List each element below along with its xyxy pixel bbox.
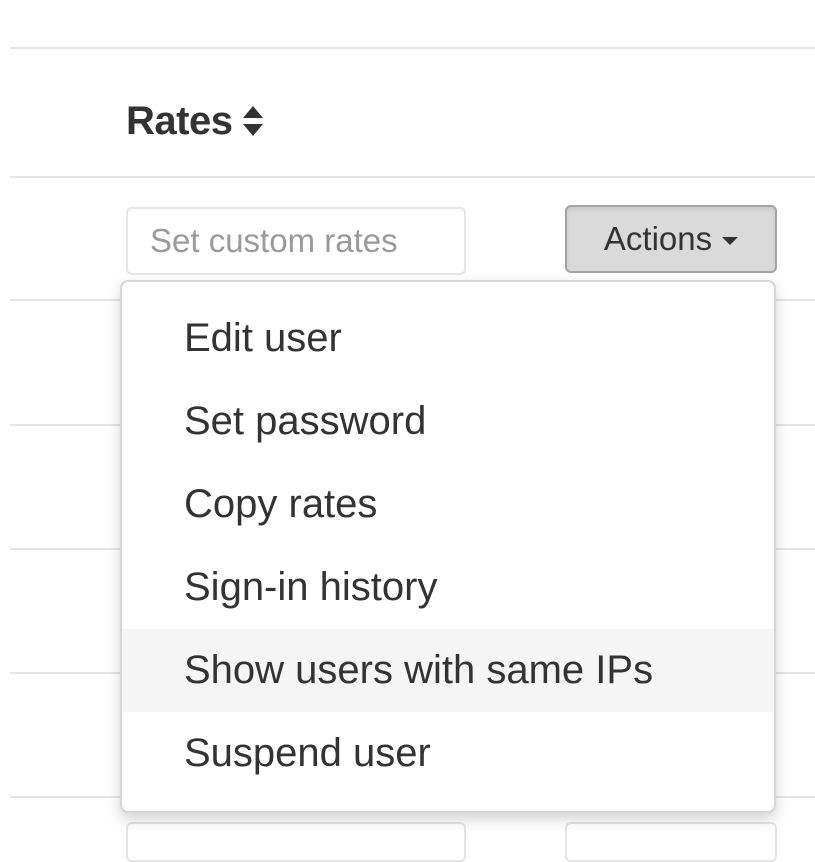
row-actions-button-partial[interactable]: [565, 822, 777, 862]
menu-item-show-users-same-ips[interactable]: Show users with same IPs: [122, 629, 774, 712]
rates-column-label: Rates: [126, 98, 233, 143]
table-divider: [10, 47, 815, 49]
actions-button-label: Actions: [603, 220, 713, 257]
row-input-partial[interactable]: [126, 822, 466, 862]
actions-dropdown-button[interactable]: Actions: [565, 205, 777, 273]
menu-item-edit-user[interactable]: Edit user: [122, 297, 774, 380]
menu-item-sign-in-history[interactable]: Sign-in history: [122, 546, 774, 629]
rates-column-header[interactable]: Rates: [126, 96, 264, 146]
caret-down-icon: [722, 237, 739, 245]
menu-item-copy-rates[interactable]: Copy rates: [122, 463, 774, 546]
custom-rates-input[interactable]: [126, 207, 466, 275]
actions-dropdown-menu: Edit user Set password Copy rates Sign-i…: [120, 280, 776, 813]
menu-item-suspend-user[interactable]: Suspend user: [122, 712, 774, 795]
menu-item-set-password[interactable]: Set password: [122, 380, 774, 463]
table-divider: [10, 176, 815, 178]
sort-up-down-icon: [243, 106, 264, 136]
